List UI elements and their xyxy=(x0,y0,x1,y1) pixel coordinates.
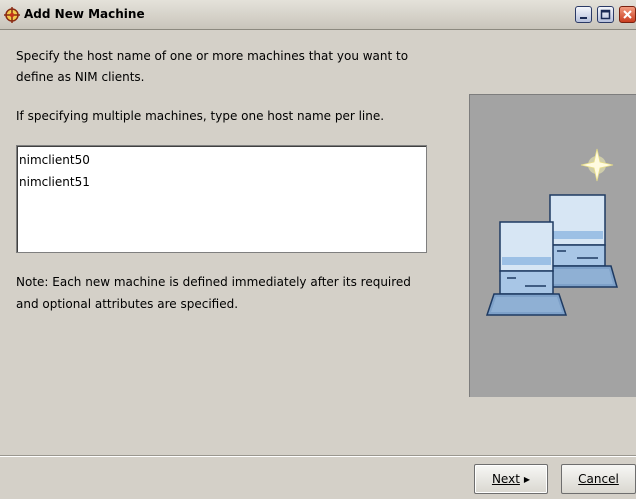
maximize-button[interactable] xyxy=(597,6,614,23)
next-arrow-icon: ▶ xyxy=(523,474,531,484)
note-text-line1: Note: Each new machine is defined immedi… xyxy=(16,275,411,289)
cancel-button[interactable]: Cancel xyxy=(561,464,636,494)
next-button[interactable]: Next ▶ xyxy=(474,464,548,494)
title-bar[interactable]: Add New Machine xyxy=(0,0,636,30)
cancel-button-label: Cancel xyxy=(578,472,619,486)
instruction-text: If specifying multiple machines, type on… xyxy=(16,109,385,123)
minimize-button[interactable] xyxy=(575,6,592,23)
close-button[interactable] xyxy=(619,6,636,23)
networked-computers-icon xyxy=(485,148,618,316)
host-names-input[interactable]: nimclient50 nimclient51 xyxy=(16,145,427,253)
button-bar: Next ▶ Cancel xyxy=(0,455,636,499)
window-title: Add New Machine xyxy=(24,7,145,21)
add-new-machine-window: Add New Machine Specify the host name of… xyxy=(0,0,636,499)
note-text-line2: and optional attributes are specified. xyxy=(16,297,239,311)
intro-text-line2: define as NIM clients. xyxy=(16,70,145,84)
next-button-label: Next xyxy=(491,472,520,486)
wizard-illustration xyxy=(469,94,636,397)
close-icon xyxy=(623,10,632,19)
crosshair-globe-icon xyxy=(4,7,20,23)
footer-divider xyxy=(0,456,636,457)
minimize-icon xyxy=(580,17,587,19)
maximize-icon xyxy=(600,9,611,20)
dialog-content: Specify the host name of one or more mac… xyxy=(0,30,636,455)
intro-text-line1: Specify the host name of one or more mac… xyxy=(16,49,409,63)
